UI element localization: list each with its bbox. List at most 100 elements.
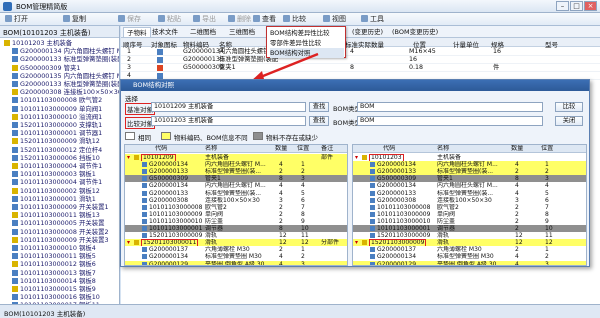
tab-6[interactable]: (变更历史) <box>349 27 386 37</box>
grid-row[interactable]: 10101103000008 欧气管2 2 7 <box>353 203 586 211</box>
grid-row[interactable]: G200000134 内六角圆柱头螺钉 M... 4 1 <box>353 161 586 169</box>
grid-row[interactable]: G200000133 标准型弹簧垫圈(装... 4 5 <box>125 189 347 197</box>
toolbar-1-button[interactable]: 复制 <box>60 14 89 25</box>
toolbar-4-button[interactable]: 导出 <box>190 14 219 25</box>
tree-item[interactable]: 15201103000009 滑轨12 <box>0 137 119 145</box>
tab-2[interactable]: 二维图档 <box>187 27 219 37</box>
grid-row[interactable]: 10101103000009 单向阀 2 8 <box>353 210 586 218</box>
grid-row[interactable]: G200000134 标准型弹簧垫圈 M30 4 2 <box>125 253 347 261</box>
toolbar-7-button[interactable]: 比较 <box>280 14 309 25</box>
maximize-icon[interactable]: □ <box>570 1 583 11</box>
tree-item[interactable]: 10101203 主机装备 <box>0 39 119 47</box>
grid-row[interactable]: 10101103000001 调节器 8 10 <box>125 225 347 232</box>
tree-item[interactable]: 10101103000008 开关装置2 <box>0 228 119 236</box>
compare-object-input[interactable]: 10101203 主机装备 <box>151 116 306 126</box>
tree-item[interactable]: 10101103000010 钢板4 <box>0 244 119 252</box>
tree-item[interactable]: 10101103000008 欧气管2 <box>0 96 119 104</box>
tab-1[interactable]: 技术文件 <box>149 27 181 37</box>
grid-row[interactable]: 15201103000009 滑轨 12 11 <box>125 232 347 240</box>
base-object-input[interactable]: 10101209 主机装备 <box>151 102 306 112</box>
table-row[interactable]: 2 G200000133 标准型弹簧垫圈(装配 16 <box>121 56 600 64</box>
tree-item[interactable]: G200000135 内六角圆柱头螺钉 M1 <box>0 72 119 80</box>
tree-item[interactable]: 10101103000010 溢流阀1 <box>0 113 119 121</box>
grid-row[interactable]: G500000309 管夹1 8 3 <box>353 175 586 183</box>
toolbar-6-button[interactable]: 查看 <box>250 14 279 25</box>
table-row[interactable]: 3 G500000309 管夹1 8 0.18 件 <box>121 64 600 72</box>
base-find-button[interactable]: 查找 <box>309 102 329 112</box>
tab-0[interactable]: 子物料 <box>123 27 151 37</box>
compare-find-button[interactable]: 查找 <box>309 116 329 126</box>
tree-item[interactable]: 10101103000002 钢板12 <box>0 187 119 195</box>
tree-item[interactable]: 10101103000004 调节件1 <box>0 162 119 170</box>
compare-bom-grid[interactable]: 代码 名称 数量 位置 ▾ 10101203 主机装备 G200000134 内六角圆柱头螺钉 … <box>352 144 587 266</box>
tree-item[interactable]: G200000134 内六角圆柱头螺钉 M1 <box>0 47 119 55</box>
tree-item[interactable]: G500000309 管夹1 <box>0 64 119 72</box>
tree-item[interactable]: 10101103000011 钢板5 <box>0 252 119 260</box>
tree-item[interactable]: G200000133 标准型弹簧垫圈(装配 <box>0 80 119 88</box>
grid-row[interactable]: G200000133 标准型弹簧垫圈(装... 2 2 <box>353 168 586 176</box>
tree-item[interactable]: 10101103000014 钢板8 <box>0 277 119 285</box>
grid-row[interactable]: G200000134 内六角圆柱头螺钉 M... 4 4 <box>125 182 347 190</box>
tree-item[interactable]: 10101103000003 钢板1 <box>0 170 119 178</box>
grid-row[interactable]: ▾ 15201103000011 滑轨 12 12 分部件 <box>125 239 347 248</box>
tree-item[interactable]: 15201103000006 挡板10 <box>0 154 119 162</box>
grid-row[interactable]: G200000134 标准型弹簧垫圈 M30 4 2 <box>353 253 586 261</box>
grid-row[interactable]: G200000137 六角薄螺栓 M30 2 1 <box>353 246 586 254</box>
table-row[interactable]: 1 G200000134 内六角圆柱头螺钉 M 4 M16×45 16 <box>121 48 600 56</box>
tree-item[interactable]: 10101103000013 钢板7 <box>0 269 119 277</box>
tree-item[interactable]: 10101103000016 钢板10 <box>0 293 119 301</box>
toolbar-9-button[interactable]: 工具 <box>358 14 387 25</box>
tree-item[interactable]: 10101103000005 开关装置 <box>0 219 119 227</box>
grid-row[interactable]: 10101103000010 防尘盖 2 9 <box>125 217 347 225</box>
grid-row[interactable]: 10101103000009 单向阀 2 8 <box>125 210 347 218</box>
minimize-icon[interactable]: – <box>556 1 569 11</box>
grid-row[interactable]: 10101103000010 防尘盖 2 9 <box>353 217 586 225</box>
base-bom-grid[interactable]: 代码 名称 数量 位置 备注 ▾ 10101209 主机装备 部件 G200000134 内六角圆柱… <box>124 144 348 266</box>
grid-row[interactable]: 15201103000009 滑轨 12 11 <box>353 232 586 240</box>
tree-item[interactable]: 15201103000012 定位杆4 <box>0 146 119 154</box>
toolbar-2-button[interactable]: 保存 <box>115 14 144 25</box>
tree-item[interactable]: G200000308 连接板100×50×30 <box>0 88 119 96</box>
compare-button[interactable]: 比较 <box>555 102 583 112</box>
base-bomtype-select[interactable]: BOM <box>357 102 543 112</box>
grid-row[interactable]: G200000134 内六角圆柱头螺钉 M... 4 4 <box>353 182 586 190</box>
grid-row[interactable]: G200000129 平垫圈 倒角型 A级 30 4 3 <box>353 260 586 265</box>
close-button[interactable]: 关闭 <box>555 116 583 126</box>
tab-7[interactable]: (BOM变更历史) <box>389 27 441 37</box>
tree-item[interactable]: 10101103000001 滑轨1 <box>0 195 119 203</box>
toolbar-8-button[interactable]: 视图 <box>320 14 349 25</box>
tree-node-icon <box>12 97 18 104</box>
row-node-icon <box>142 247 147 253</box>
grid-row[interactable]: ▾ 10101209 主机装备 部件 <box>125 154 347 162</box>
toolbar-3-button[interactable]: 粘贴 <box>155 14 184 25</box>
tree-item[interactable]: 10101103000009 开关装置1 <box>0 203 119 211</box>
close-icon[interactable]: × <box>584 1 597 11</box>
tree-item[interactable]: G200000133 标准型弹簧垫圈(装配 <box>0 55 119 63</box>
tree-item[interactable]: 10101103000015 钢板9 <box>0 285 119 293</box>
grid-row[interactable]: G200000308 连接板100×50×30 3 6 <box>353 196 586 204</box>
tree-item[interactable]: 10101103000004 调节件1 <box>0 178 119 186</box>
tree-node-icon <box>12 253 18 260</box>
grid-row[interactable]: G200000137 六角薄螺栓 M30 2 1 <box>125 246 347 254</box>
tree-item[interactable]: 10101103000001 调节器1 <box>0 129 119 137</box>
grid-row[interactable]: G500000309 管夹1 8 3 <box>125 175 347 183</box>
grid-row[interactable]: 10101103000001 调节器 2 10 <box>353 225 586 232</box>
tree-item[interactable]: 10101103000009 开关装置3 <box>0 236 119 244</box>
tab-3[interactable]: 三维图档 <box>226 27 258 37</box>
tree-item[interactable]: 10101103000011 钢板13 <box>0 211 119 219</box>
grid-row[interactable]: G200000133 标准型弹簧垫圈(装... 4 5 <box>353 189 586 197</box>
compare-bomtype-select[interactable]: BOM <box>357 116 543 126</box>
tree-item[interactable]: 10101103000009 单向阀1 <box>0 105 119 113</box>
grid-row[interactable]: G200000129 平垫圈 倒角型 A级 30 4 3 <box>125 260 347 265</box>
grid-row[interactable]: G200000308 连接板100×50×30 3 6 <box>125 196 347 204</box>
tree-item[interactable]: 10101103000012 钢板6 <box>0 260 119 268</box>
compare-menu-item-0[interactable]: BOM结构差异性比较 <box>270 28 330 38</box>
compare-menu-item-1[interactable]: 零部件差异性比较 <box>270 38 321 48</box>
grid-row[interactable]: G200000133 标准型弹簧垫圈(装... 2 2 <box>125 168 347 176</box>
toolbar-0-button[interactable]: 打开 <box>2 14 31 25</box>
tree-item[interactable]: 15201103000000 支撑轨1 <box>0 121 119 129</box>
grid-row[interactable]: ▾ 10101203 主机装备 <box>353 154 586 162</box>
grid-row[interactable]: G200000134 内六角圆柱头螺钉 M... 4 1 <box>125 161 347 169</box>
grid-row[interactable]: 10101103000008 欧气管2 2 7 <box>125 203 347 211</box>
grid-row[interactable]: ▾ 15201103000009 滑轨 12 12 <box>353 239 586 248</box>
